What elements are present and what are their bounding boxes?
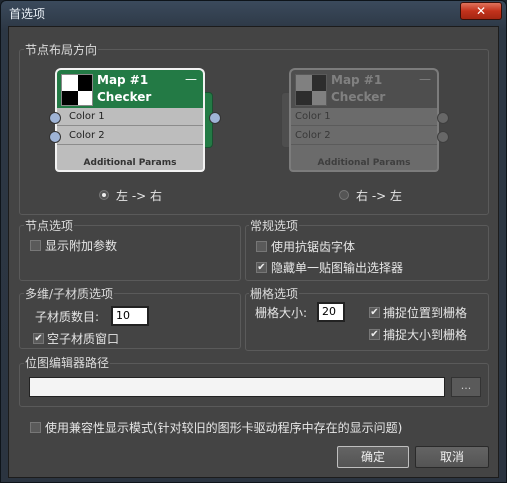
preferences-dialog: 首选项 ✕ 节点布局方向 Map #1 Checker — Color 1 Co…: [0, 0, 507, 483]
layout-direction-label: 节点布局方向: [24, 41, 99, 58]
node-map-type: Checker: [97, 90, 152, 104]
additional-params-label: Additional Params: [83, 158, 177, 168]
node-preview-right: Map #1 Checker — Color 1 Color 2 Additio…: [281, 68, 449, 172]
checker-thumbnail: [295, 74, 327, 106]
snap-size-label[interactable]: 捕捉大小到栅格: [383, 326, 467, 343]
input-socket-icon: [49, 112, 61, 124]
sub-count-label: 子材质数目:: [35, 310, 100, 324]
radio-right-to-left[interactable]: [339, 190, 349, 200]
hide-output-selector-label[interactable]: 隐藏单一贴图输出选择器: [271, 259, 403, 276]
input-socket-icon: [49, 131, 61, 143]
minimize-icon: —: [419, 72, 431, 86]
show-extra-params-checkbox[interactable]: [30, 240, 41, 251]
multi-sub-label: 多维/子材质选项: [24, 285, 115, 302]
grid-size-input[interactable]: 20: [317, 302, 345, 322]
dialog-client: 节点布局方向 Map #1 Checker — Color 1 Color 2 …: [8, 26, 499, 478]
hide-output-selector-checkbox[interactable]: ✔: [256, 262, 267, 273]
ok-button[interactable]: 确定: [337, 446, 409, 468]
node-preview-left: Map #1 Checker — Color 1 Color 2 Additio…: [49, 68, 221, 172]
node-body: Color 1 Color 2 Additional Params: [55, 108, 205, 172]
bitmap-editor-path-input[interactable]: [29, 377, 445, 397]
empty-sub-window-checkbox[interactable]: ✔: [33, 333, 44, 344]
title-bar[interactable]: 首选项 ✕: [1, 1, 506, 25]
additional-params-label: Additional Params: [317, 158, 411, 168]
antialias-font-label[interactable]: 使用抗锯齿字体: [271, 238, 355, 255]
sub-count-input[interactable]: 10: [111, 306, 149, 326]
compat-mode-checkbox[interactable]: [30, 422, 41, 433]
node-row-color1: Color 1: [291, 108, 437, 126]
show-extra-params-label[interactable]: 显示附加参数: [45, 237, 117, 254]
radio-left-to-right-label[interactable]: 左 -> 右: [116, 187, 162, 204]
node-row-color2: Color 2: [291, 127, 437, 145]
grid-options-label: 栅格选项: [249, 285, 300, 302]
bitmap-editor-label: 位图编辑器路径: [24, 354, 111, 371]
node-options-label: 节点选项: [24, 217, 75, 234]
minimize-icon: —: [185, 72, 197, 86]
input-socket-icon: [437, 131, 449, 143]
node-map-title: Map #1: [331, 73, 383, 87]
grid-size-label: 栅格大小:: [255, 306, 308, 320]
antialias-font-checkbox[interactable]: [256, 241, 267, 252]
node-header: Map #1 Checker —: [289, 68, 439, 108]
node-map-title: Map #1: [97, 73, 149, 87]
node-row-color2: Color 2: [57, 127, 203, 145]
general-options-label: 常规选项: [249, 217, 300, 234]
empty-sub-window-label[interactable]: 空子材质窗口: [47, 330, 119, 347]
node-header: Map #1 Checker —: [55, 68, 205, 108]
compat-mode-label[interactable]: 使用兼容性显示模式(针对较旧的图形卡驱动程序中存在的显示问题): [45, 419, 402, 436]
output-socket-icon: [209, 112, 221, 124]
radio-right-to-left-label[interactable]: 右 -> 左: [356, 187, 402, 204]
checker-thumbnail: [61, 74, 93, 106]
input-socket-icon: [437, 112, 449, 124]
snap-size-checkbox[interactable]: ✔: [369, 329, 380, 340]
radio-left-to-right[interactable]: [99, 190, 109, 200]
close-button[interactable]: ✕: [460, 2, 502, 20]
browse-button[interactable]: ...: [451, 377, 481, 397]
node-body: Color 1 Color 2 Additional Params: [289, 108, 439, 172]
cancel-button[interactable]: 取消: [415, 446, 489, 468]
snap-position-checkbox[interactable]: ✔: [369, 307, 380, 318]
window-title: 首选项: [9, 7, 46, 21]
node-map-type: Checker: [331, 90, 386, 104]
snap-position-label[interactable]: 捕捉位置到栅格: [383, 304, 467, 321]
node-row-color1: Color 1: [57, 108, 203, 126]
